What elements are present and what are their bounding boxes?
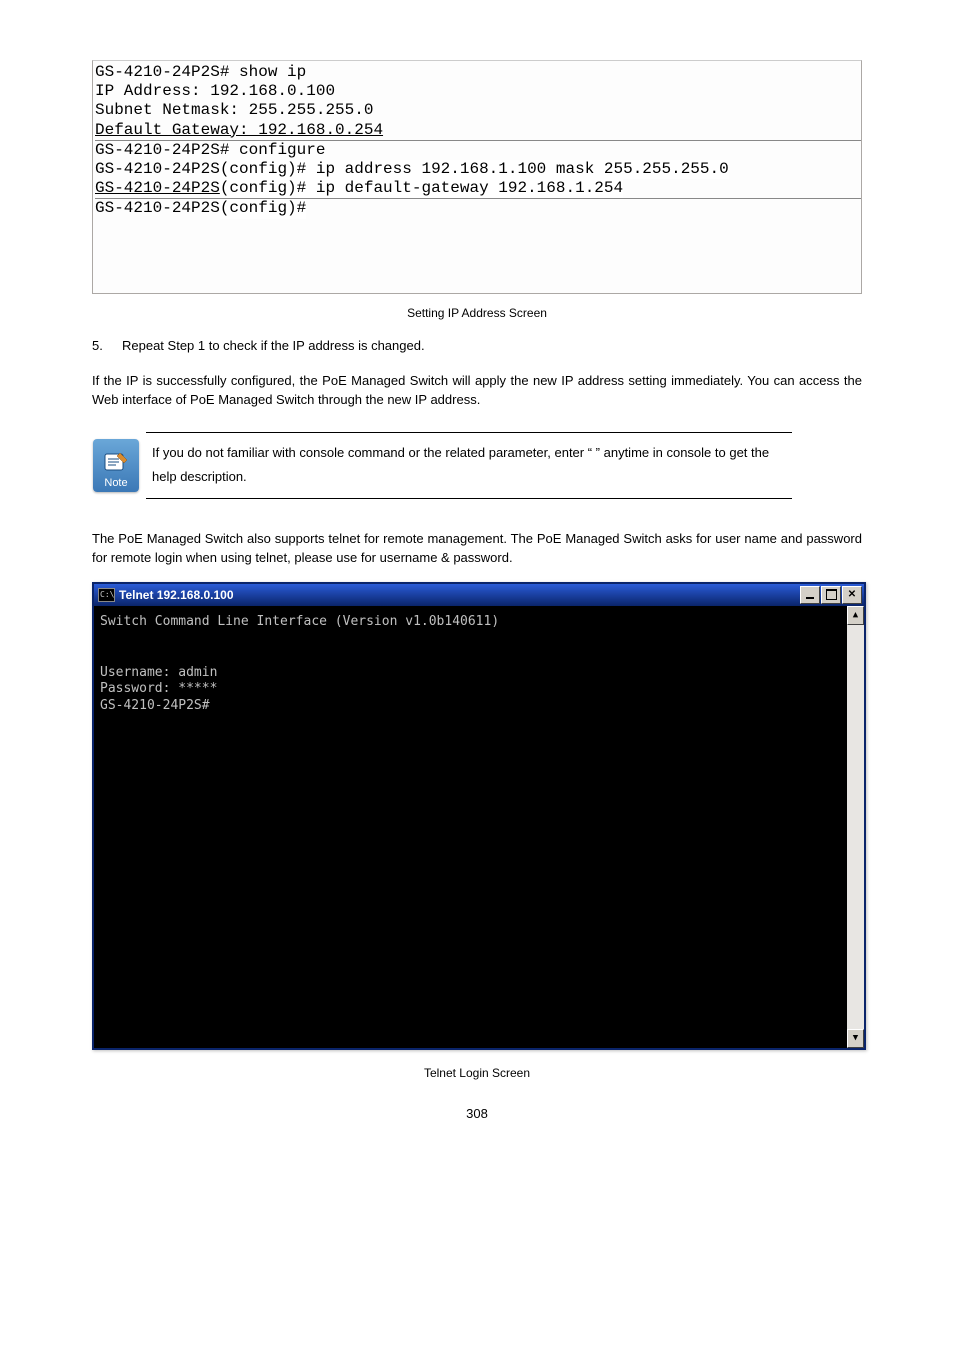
close-button[interactable]: ✕ [842,586,862,604]
minimize-button[interactable] [800,586,820,604]
titlebar[interactable]: C:\ Telnet 192.168.0.100 ✕ [94,584,864,606]
console-line: Subnet Netmask: 255.255.255.0 [95,101,861,120]
note-label: Note [104,477,127,489]
console-line: GS-4210-24P2S# configure [95,140,861,160]
step-text: Repeat Step 1 to check if the IP address… [122,338,862,353]
console-line: Default Gateway: 192.168.0.254 [95,121,861,140]
page-number: 308 [92,1106,862,1121]
maximize-button[interactable] [821,586,841,604]
terminal-line: GS-4210-24P2S# [100,698,210,713]
scrollbar[interactable]: ▲ ▼ [847,606,864,1048]
console-line: GS-4210-24P2S(config)# ip address 192.16… [95,160,861,179]
telnet-window: C:\ Telnet 192.168.0.100 ✕ Switch Comman… [92,582,866,1050]
console-line: GS-4210-24P2S(config)# [95,198,861,218]
terminal-line: Password: ***** [100,681,217,696]
prompt-cmd: # show ip [220,63,306,81]
cmd-icon: C:\ [98,588,115,602]
telnet-terminal[interactable]: Switch Command Line Interface (Version v… [94,606,864,1048]
scroll-track[interactable] [847,625,864,1029]
console-output-box: GS-4210-24P2S# show ip IP Address: 192.1… [92,60,862,294]
prompt-host: GS-4210-24P2S [95,63,220,81]
note-icon: Note [93,439,139,492]
note-text: If you do not familiar with console comm… [146,432,792,498]
window-title: Telnet 192.168.0.100 [119,588,800,602]
scroll-up-button[interactable]: ▲ [847,606,864,625]
note-callout: Note If you do not familiar with console… [92,432,792,499]
terminal-line: Username: admin [100,665,217,680]
console-line: GS-4210-24P2S(config)# ip default-gatewa… [95,179,861,198]
body-paragraph: The PoE Managed Switch also supports tel… [92,529,862,568]
body-paragraph: If the IP is successfully configured, th… [92,371,862,410]
step-number: 5. [92,338,122,353]
console-line: GS-4210-24P2S# show ip [95,63,861,82]
figure-caption: Telnet Login Screen [92,1066,862,1080]
scroll-down-button[interactable]: ▼ [847,1029,864,1048]
terminal-line: Switch Command Line Interface (Version v… [100,614,499,629]
console-line: IP Address: 192.168.0.100 [95,82,861,101]
figure-caption: Setting IP Address Screen [92,306,862,320]
